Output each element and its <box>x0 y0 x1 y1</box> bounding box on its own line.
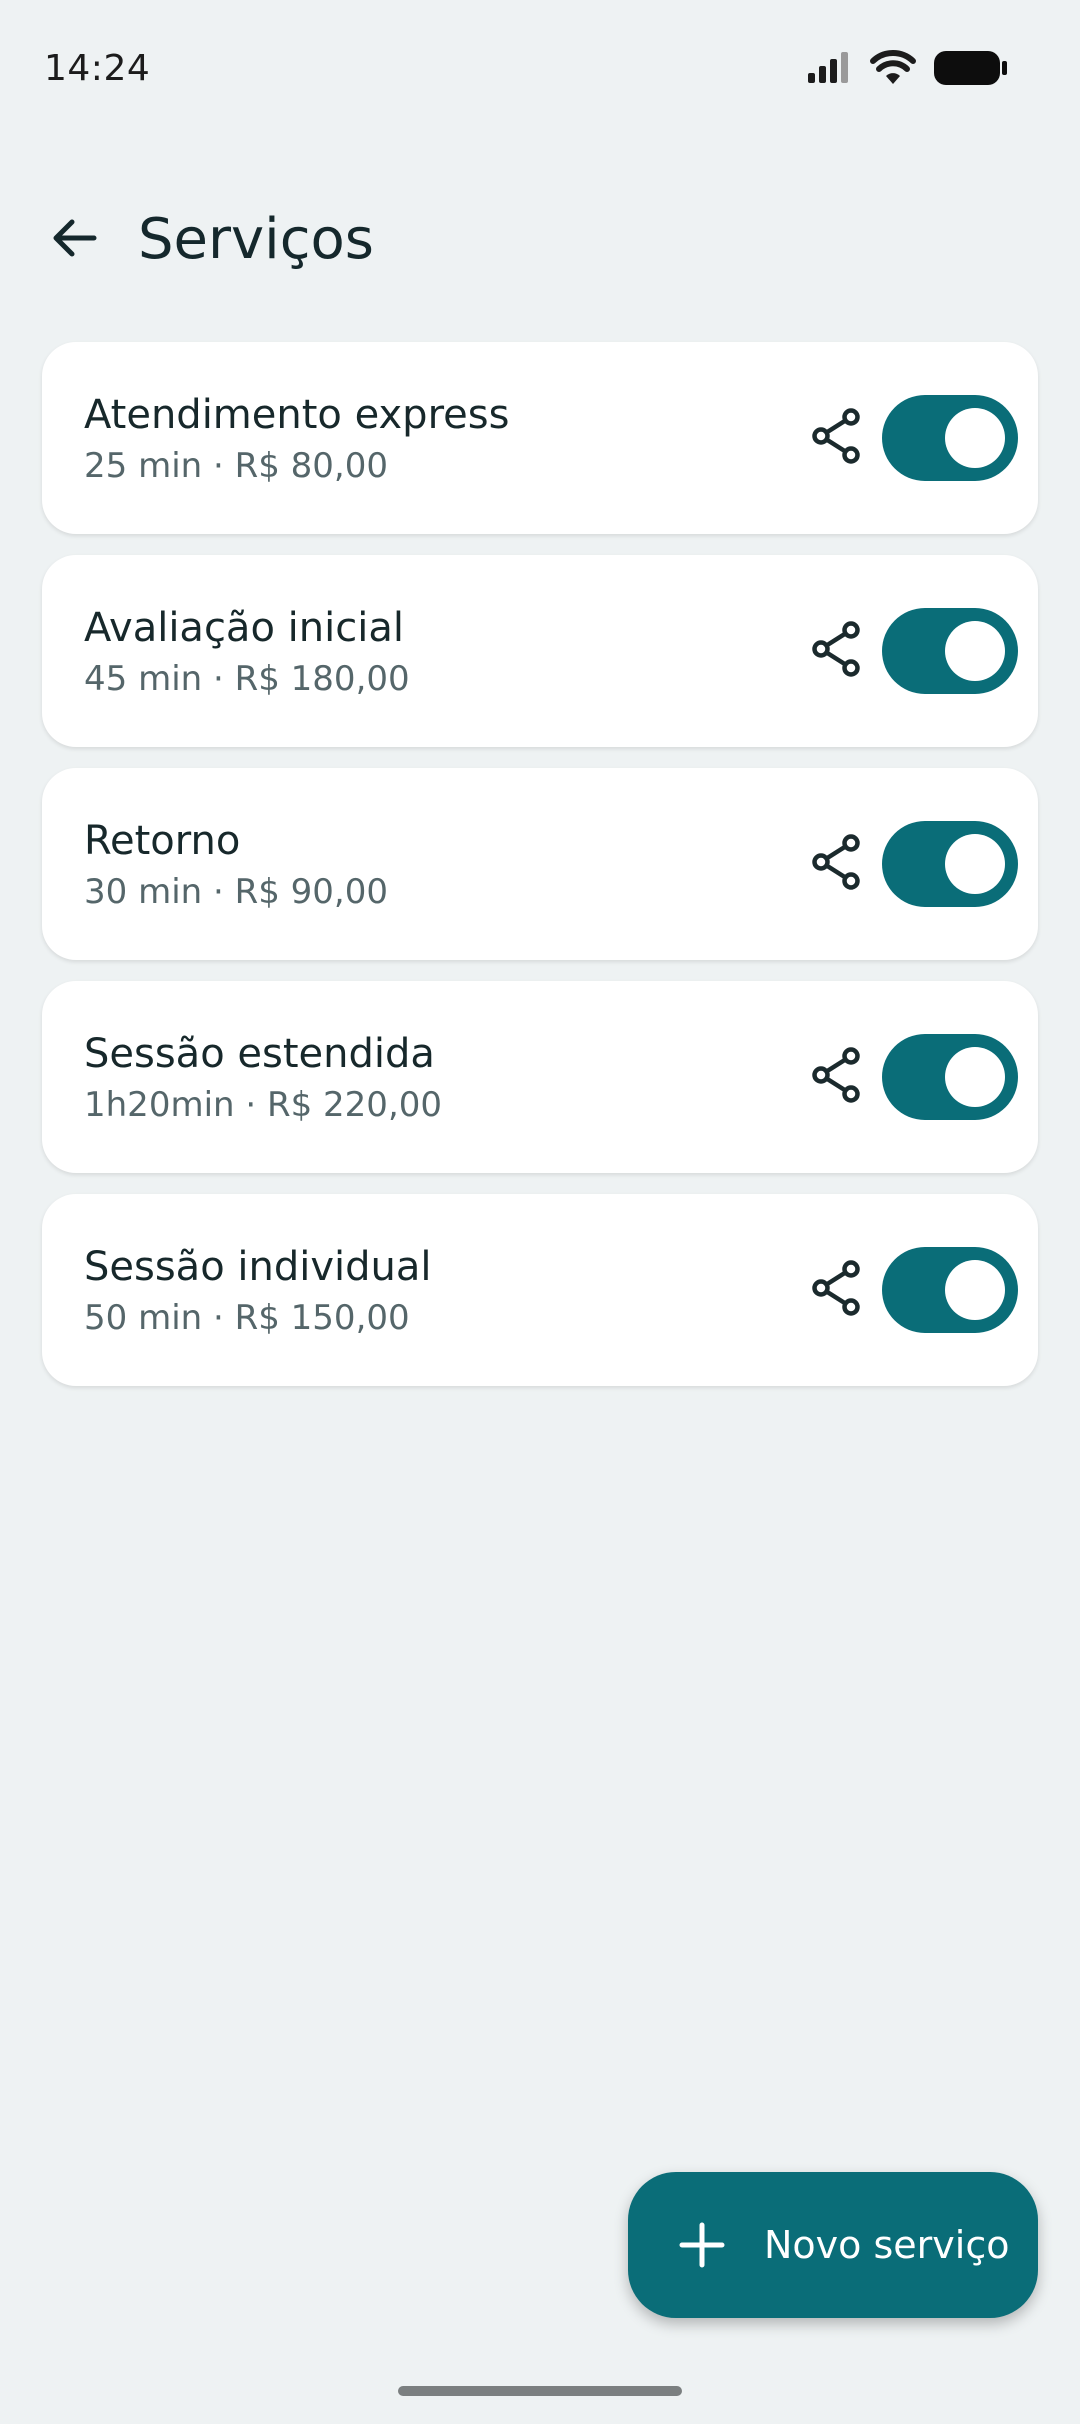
battery-icon <box>934 50 1008 90</box>
service-details: 50 min · R$ 150,00 <box>84 1298 410 1338</box>
service-toggle[interactable] <box>882 608 1018 694</box>
toggle-knob <box>945 1260 1005 1320</box>
page-title: Serviços <box>138 207 374 272</box>
service-details: 25 min · R$ 80,00 <box>84 446 389 486</box>
arrow-back-icon <box>48 212 100 268</box>
top-app-bar: Serviços <box>0 190 1080 290</box>
service-card[interactable]: Avaliação inicial 45 min · R$ 180,00 <box>42 555 1038 747</box>
toggle-knob <box>945 1047 1005 1107</box>
plus-icon <box>676 2219 728 2271</box>
service-name: Sessão estendida <box>84 1031 435 1077</box>
service-toggle[interactable] <box>882 1034 1018 1120</box>
status-bar: 14:24 <box>0 0 1080 140</box>
share-button[interactable] <box>804 1258 868 1322</box>
share-icon <box>809 833 863 895</box>
home-indicator[interactable] <box>398 2386 682 2396</box>
share-icon <box>809 407 863 469</box>
service-card[interactable]: Atendimento express 25 min · R$ 80,00 <box>42 342 1038 534</box>
service-name: Sessão individual <box>84 1244 432 1290</box>
service-details: 45 min · R$ 180,00 <box>84 659 410 699</box>
status-time: 14:24 <box>44 48 151 89</box>
service-list: Atendimento express 25 min · R$ 80,00 Av… <box>42 342 1038 1407</box>
service-details: 30 min · R$ 90,00 <box>84 872 389 912</box>
new-service-button[interactable]: Novo serviço <box>628 2172 1038 2318</box>
wifi-icon <box>870 50 916 90</box>
share-icon <box>809 620 863 682</box>
back-button[interactable] <box>40 206 108 274</box>
toggle-knob <box>945 408 1005 468</box>
service-name: Atendimento express <box>84 392 510 438</box>
share-button[interactable] <box>804 832 868 896</box>
service-toggle[interactable] <box>882 395 1018 481</box>
toggle-knob <box>945 834 1005 894</box>
share-button[interactable] <box>804 619 868 683</box>
service-card[interactable]: Sessão individual 50 min · R$ 150,00 <box>42 1194 1038 1386</box>
share-icon <box>809 1259 863 1321</box>
toggle-knob <box>945 621 1005 681</box>
share-button[interactable] <box>804 1045 868 1109</box>
status-icons <box>806 50 1008 90</box>
service-toggle[interactable] <box>882 821 1018 907</box>
service-card[interactable]: Retorno 30 min · R$ 90,00 <box>42 768 1038 960</box>
service-name: Retorno <box>84 818 241 864</box>
service-toggle[interactable] <box>882 1247 1018 1333</box>
share-button[interactable] <box>804 406 868 470</box>
service-card[interactable]: Sessão estendida 1h20min · R$ 220,00 <box>42 981 1038 1173</box>
service-name: Avaliação inicial <box>84 605 404 651</box>
signal-icon <box>806 51 852 89</box>
service-details: 1h20min · R$ 220,00 <box>84 1085 443 1125</box>
share-icon <box>809 1046 863 1108</box>
new-service-label: Novo serviço <box>764 2223 1010 2267</box>
